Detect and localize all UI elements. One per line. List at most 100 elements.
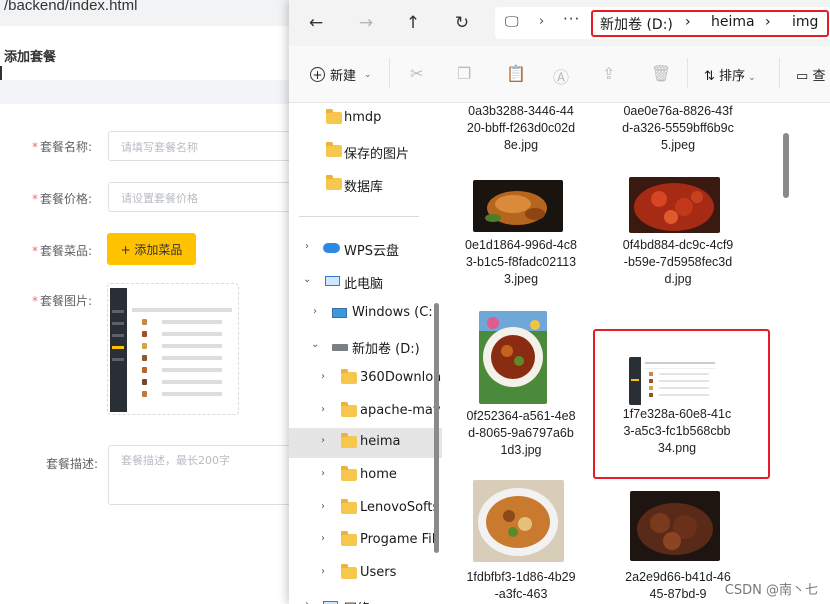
rename-icon[interactable]: Ⓐ [553, 64, 569, 88]
nav-item-users[interactable]: › Users [289, 559, 442, 589]
web-admin-page: /backend/index.html 添加套餐 * 套餐名称: 请填写套餐名称 … [0, 0, 300, 604]
set-desc-textarea[interactable]: 套餐描述，最长200字 [108, 445, 300, 505]
nav-item-drive-c[interactable]: › Windows (C:) [289, 299, 442, 329]
nav-item-saved-pictures[interactable]: 保存的图片 [289, 137, 442, 167]
drive-icon [332, 344, 348, 351]
back-arrow-icon[interactable]: ← [303, 10, 329, 36]
copy-icon[interactable]: ❐ [457, 64, 471, 83]
explorer-nav-bar: ← → ↑ ↻ 🖵 › ··· 新加卷 (D:) › heima › img [289, 0, 830, 46]
file-item[interactable]: 2a2e9d66-b41d-4645-87bd-9 [622, 569, 734, 603]
image-thumbnail-dish-bowl[interactable] [479, 311, 547, 404]
folder-icon [341, 531, 357, 546]
browser-address-bar[interactable]: /backend/index.html [0, 0, 300, 26]
chevron-right-icon: › [321, 566, 325, 577]
add-dish-button[interactable]: + 添加菜品 [107, 233, 196, 265]
nav-divider [299, 216, 419, 217]
file-grid-scrollbar[interactable] [783, 133, 789, 198]
windows-drive-icon [332, 308, 347, 318]
toolbar-divider [779, 58, 780, 88]
view-button[interactable]: ▭ 查 [796, 65, 825, 84]
nav-item-apache-maven[interactable]: › apache-mav [289, 397, 442, 427]
chevron-down-icon: ⌄ [748, 73, 756, 83]
folder-icon [341, 499, 357, 514]
file-item[interactable]: 0a3b3288-3446-4420-bbff-f263d0c02d8e.jpg [465, 103, 577, 154]
nav-item-lenovosofts[interactable]: › LenovoSofts [289, 494, 442, 524]
more-ellipsis-icon[interactable]: ··· [563, 10, 580, 28]
csdn-watermark: CSDN @南丶七 [724, 583, 818, 598]
file-item[interactable]: 0f4bd884-dc9c-4cf9-b59e-7d5958fec3dd.jpg [622, 237, 734, 288]
navigation-pane: hmdp 保存的图片 数据库 › WPS云盘 ⌄ 此电脑 › Windows (C:)… [289, 103, 442, 604]
nav-item-home[interactable]: › home [289, 461, 442, 491]
nav-item-program-files[interactable]: › Progame Fil [289, 526, 442, 556]
nav-pane-scrollbar[interactable] [434, 303, 439, 553]
chevron-right-icon: › [321, 468, 325, 479]
folder-icon [326, 109, 342, 124]
toolbar-divider [687, 58, 688, 88]
set-price-label: * 套餐价格: [31, 192, 92, 206]
file-item[interactable]: 1fdbfbf3-1d86-4b29-a3fc-463 [465, 569, 577, 603]
page-edge-marker [0, 66, 2, 80]
image-thumbnail-stew[interactable] [473, 480, 564, 562]
paste-icon[interactable]: 📋 [506, 64, 526, 83]
image-thumbnail-roast-chicken[interactable] [473, 180, 563, 232]
folder-icon [341, 466, 357, 481]
chevron-right-icon: › [539, 14, 545, 29]
cloud-icon [323, 243, 340, 253]
nav-item-database[interactable]: 数据库 [289, 170, 442, 200]
nav-item-drive-d[interactable]: ⌄ 新加卷 (D:) [289, 332, 442, 362]
folder-icon [326, 175, 342, 190]
folder-icon [326, 142, 342, 157]
page-title: 添加套餐 [4, 50, 57, 65]
up-arrow-icon[interactable]: ↑ [400, 10, 426, 36]
nav-item-hmdp[interactable]: hmdp [289, 104, 442, 134]
nav-item-wps-cloud[interactable]: › WPS云盘 [289, 234, 442, 264]
chevron-right-icon: › [321, 435, 325, 446]
refresh-icon[interactable]: ↻ [449, 10, 475, 36]
chevron-right-icon: › [321, 371, 325, 382]
chevron-down-icon: ⌄ [303, 274, 312, 285]
file-item[interactable]: 0ae0e76a-8826-43fd-a326-5559bff6b9c5.jpe… [622, 103, 734, 154]
delete-icon[interactable]: 🗑 [651, 64, 671, 83]
cut-icon[interactable]: ✂ [410, 64, 423, 83]
set-name-input[interactable]: 请填写套餐名称 [108, 131, 300, 161]
forward-arrow-icon[interactable]: → [353, 10, 379, 36]
uploaded-image-preview [110, 288, 237, 412]
chevron-right-icon: › [305, 241, 309, 252]
sort-button[interactable]: ⇅ 排序 ⌄ [704, 65, 756, 84]
image-upload-area[interactable] [107, 283, 239, 415]
chevron-right-icon: › [321, 501, 325, 512]
nav-item-360download[interactable]: › 360Downloa [289, 364, 442, 394]
nav-item-network[interactable]: ›网络 [289, 592, 442, 604]
chevron-right-icon: › [305, 599, 309, 604]
image-thumbnail-braised-meat[interactable] [630, 491, 720, 561]
chevron-down-icon: ⌄ [311, 339, 320, 350]
set-image-label: * 套餐图片: [31, 294, 92, 308]
set-name-label: * 套餐名称: [31, 140, 92, 154]
new-button[interactable]: + 新建 ⌄ [310, 65, 372, 84]
image-thumbnail-crayfish[interactable] [629, 177, 720, 233]
pc-icon: 🖵 [505, 14, 519, 30]
chevron-down-icon: ⌄ [364, 69, 372, 80]
sort-icon: ⇅ [704, 69, 715, 84]
folder-icon [341, 369, 357, 384]
plus-circle-icon: + [310, 67, 325, 82]
file-explorer-window: ← → ↑ ↻ 🖵 › ··· 新加卷 (D:) › heima › img +… [289, 0, 830, 604]
view-icon: ▭ [796, 69, 809, 84]
nav-item-heima[interactable]: › heima [289, 428, 442, 458]
file-item[interactable]: 0f252364-a561-4e8d-8065-9a6797a6b1d3.jpg [465, 408, 577, 459]
toolbar-divider [389, 58, 390, 88]
file-item[interactable]: 0e1d1864-996d-4c83-b1c5-f8fadc021133.jpe… [465, 237, 577, 288]
chevron-right-icon: › [313, 306, 317, 317]
pc-icon [325, 276, 340, 286]
share-icon[interactable]: ⇪ [602, 64, 615, 83]
nav-item-this-pc[interactable]: ⌄ 此电脑 [289, 267, 442, 297]
selected-file-highlight-box [593, 329, 770, 479]
set-dishes-label: * 套餐菜品: [31, 244, 92, 258]
chevron-right-icon: › [321, 404, 325, 415]
set-price-input[interactable]: 请设置套餐价格 [108, 182, 300, 212]
folder-icon [341, 433, 357, 448]
browser-url: /backend/index.html [4, 0, 138, 14]
folder-icon [341, 564, 357, 579]
breadcrumb-highlight-box [591, 10, 829, 37]
section-divider [0, 80, 300, 104]
